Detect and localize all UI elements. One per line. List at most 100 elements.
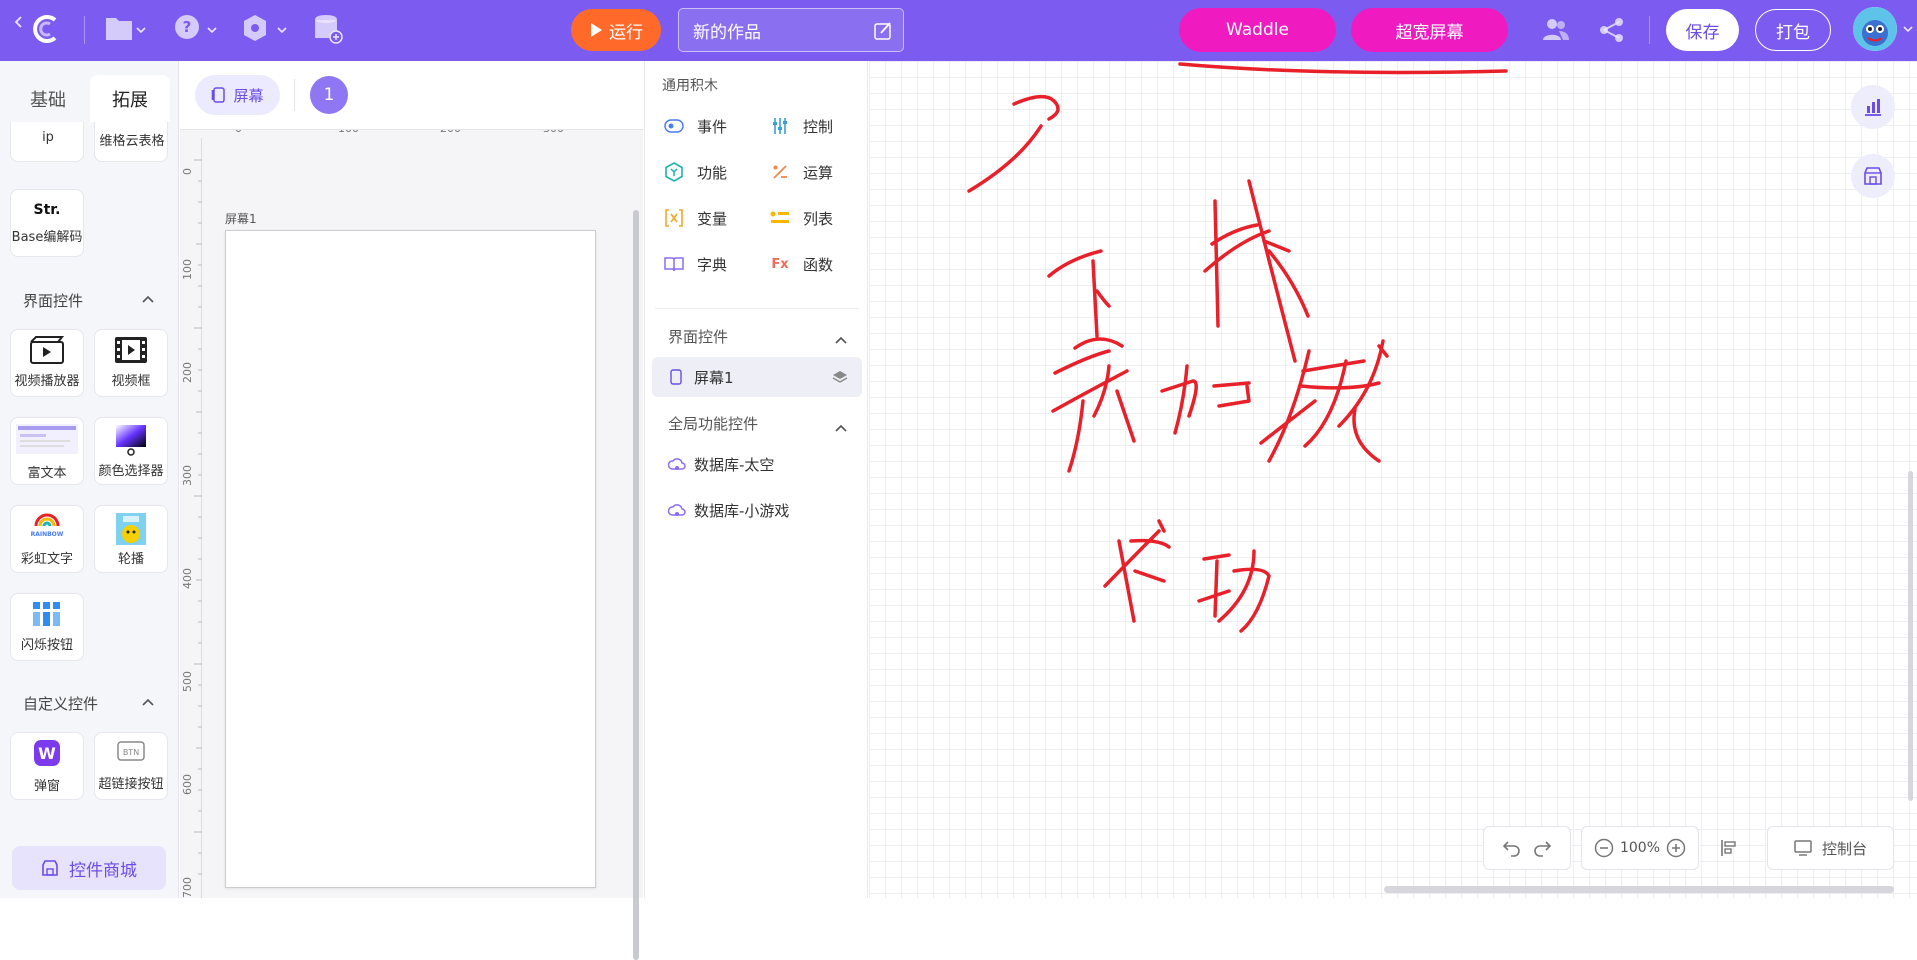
waddle-button[interactable]: Waddle xyxy=(1179,8,1336,52)
component-base-codec[interactable]: Str. Base编解码 xyxy=(10,189,86,257)
collaborate-icon[interactable] xyxy=(1542,17,1570,43)
share-icon[interactable] xyxy=(1599,17,1625,43)
ruler-label: 200 xyxy=(440,130,461,135)
monitor-icon xyxy=(1794,840,1812,856)
chevron-up-icon[interactable] xyxy=(142,292,154,306)
align-icon xyxy=(1721,840,1736,856)
screen-name-label: 屏幕1 xyxy=(225,212,257,226)
sliders-icon xyxy=(769,115,791,137)
widescreen-button[interactable]: 超宽屏幕 xyxy=(1351,8,1508,52)
block-category-label: 功能 xyxy=(697,163,728,182)
avatar[interactable] xyxy=(1853,7,1897,51)
screens-icon xyxy=(212,87,226,103)
rainbow-icon: RAINBOW xyxy=(31,513,64,538)
db-item-label: 数据库-小游戏 xyxy=(694,502,790,520)
db-item-space[interactable]: 数据库-太空 xyxy=(668,454,774,475)
component-label: 视频播放器 xyxy=(14,374,80,389)
horizontal-ruler: 0 100 200 300 xyxy=(180,130,643,138)
block-category-event[interactable]: 事件 xyxy=(663,115,727,137)
settings-hex-icon[interactable] xyxy=(242,13,288,45)
screen-number-badge[interactable]: 1 xyxy=(310,76,348,114)
flash-button-icon xyxy=(33,602,60,626)
project-title-field[interactable]: 新的作品 xyxy=(678,8,904,52)
tab-extension[interactable]: 拓展 xyxy=(90,75,170,122)
component-carousel[interactable]: 轮播 xyxy=(94,505,170,573)
scrollbar[interactable] xyxy=(633,210,639,960)
block-category-dictionary[interactable]: 字典 xyxy=(663,253,727,275)
scrollbar[interactable] xyxy=(1908,471,1913,801)
ruler-label: 100 xyxy=(181,259,194,280)
fx-icon: Fx xyxy=(771,256,789,272)
chevron-up-icon[interactable] xyxy=(835,329,847,348)
component-rainbow-text[interactable]: RAINBOW 彩虹文字 xyxy=(10,505,86,573)
layers-icon[interactable] xyxy=(832,370,848,384)
divider xyxy=(1649,16,1650,44)
block-category-procedure[interactable]: Fx 函数 xyxy=(769,253,833,275)
undo-icon[interactable] xyxy=(1502,839,1522,857)
run-label: 运行 xyxy=(609,22,643,43)
component-label: 弹窗 xyxy=(33,779,60,794)
console-button[interactable]: 控制台 xyxy=(1767,826,1894,870)
color-picker-icon xyxy=(116,425,146,456)
component-popup[interactable]: W 弹窗 xyxy=(10,732,86,800)
component-label: 维格云表格 xyxy=(99,134,165,149)
top-bar: ? 运行 新的作品 Waddle 超宽屏幕 保存 打包 xyxy=(0,0,1917,61)
cube-icon xyxy=(663,161,685,183)
zoom-in-icon[interactable] xyxy=(1666,838,1686,858)
redo-icon[interactable] xyxy=(1532,839,1552,857)
block-category-variable[interactable]: 变量 xyxy=(663,207,727,229)
scrollbar[interactable] xyxy=(1384,886,1894,893)
back-icon[interactable] xyxy=(14,15,24,29)
screen-canvas-area: 0 100 200 300 0 100 200 300 400 500 600 … xyxy=(180,129,643,960)
folder-icon[interactable] xyxy=(104,14,146,44)
svg-text:?: ? xyxy=(183,18,192,36)
component-color-picker[interactable]: 颜色选择器 xyxy=(94,417,170,485)
pack-button[interactable]: 打包 xyxy=(1755,9,1831,51)
store-label: 控件商城 xyxy=(69,860,137,881)
book-icon xyxy=(663,253,685,275)
component-ip[interactable]: ip xyxy=(10,122,86,162)
component-rich-text[interactable]: 富文本 xyxy=(10,417,86,485)
chevron-down-icon[interactable] xyxy=(1903,25,1913,33)
block-category-operator[interactable]: 运算 xyxy=(769,161,833,183)
help-icon[interactable]: ? xyxy=(174,14,218,44)
screen-panel: 屏幕 1 0 100 200 300 0 100 200 300 400 500… xyxy=(180,61,643,960)
block-category-list[interactable]: 列表 xyxy=(769,207,833,229)
component-video-player[interactable]: 视频播放器 xyxy=(10,329,86,397)
block-category-function[interactable]: 功能 xyxy=(663,161,727,183)
component-link-button[interactable]: BTN 超链接按钮 xyxy=(94,732,170,800)
code-workspace[interactable]: 100% 控制台 xyxy=(869,61,1917,898)
align-button[interactable] xyxy=(1704,826,1754,870)
component-vika-table[interactable]: 维格云表格 xyxy=(94,122,170,162)
component-store-button[interactable]: 控件商城 xyxy=(12,846,166,890)
tab-screens[interactable]: 屏幕 xyxy=(195,75,280,115)
screen-list-item[interactable]: 屏幕1 xyxy=(652,357,862,397)
zoom-level: 100% xyxy=(1619,840,1661,856)
zoom-group: 100% xyxy=(1581,826,1699,870)
btn-icon-text: BTN xyxy=(123,748,139,757)
block-category-control[interactable]: 控制 xyxy=(769,115,833,137)
tab-basic[interactable]: 基础 xyxy=(8,75,88,122)
db-item-label: 数据库-太空 xyxy=(694,456,775,474)
screen-preview[interactable] xyxy=(225,230,596,888)
block-category-label: 函数 xyxy=(803,255,834,274)
component-video-frame[interactable]: 视频框 xyxy=(94,329,170,397)
edit-icon[interactable] xyxy=(873,21,893,41)
divider xyxy=(294,79,295,111)
block-category-label: 事件 xyxy=(697,117,728,136)
divider xyxy=(655,308,859,309)
block-category-label: 变量 xyxy=(697,209,728,228)
database-icon[interactable] xyxy=(313,13,343,45)
db-item-minigame[interactable]: 数据库-小游戏 xyxy=(668,500,789,521)
blocks-panel: 通用积木 事件 控制 功能 运算 变量 列表 字典 Fx 函数 界面控件 屏幕1 xyxy=(644,61,868,898)
vertical-ruler: 0 100 200 300 400 500 600 700 xyxy=(180,138,202,898)
save-button[interactable]: 保存 xyxy=(1666,9,1739,51)
chevron-up-icon[interactable] xyxy=(835,417,847,436)
component-flash-button[interactable]: 闪烁按钮 xyxy=(10,593,86,661)
popup-icon: W xyxy=(34,740,60,766)
run-button[interactable]: 运行 xyxy=(571,9,661,51)
block-category-label: 字典 xyxy=(697,255,728,274)
chevron-up-icon[interactable] xyxy=(142,695,154,709)
zoom-out-icon[interactable] xyxy=(1594,838,1614,858)
component-panel: 基础 拓展 ip 维格云表格 Str. Base编解码 界面控件 视频播放器 视… xyxy=(0,61,179,898)
